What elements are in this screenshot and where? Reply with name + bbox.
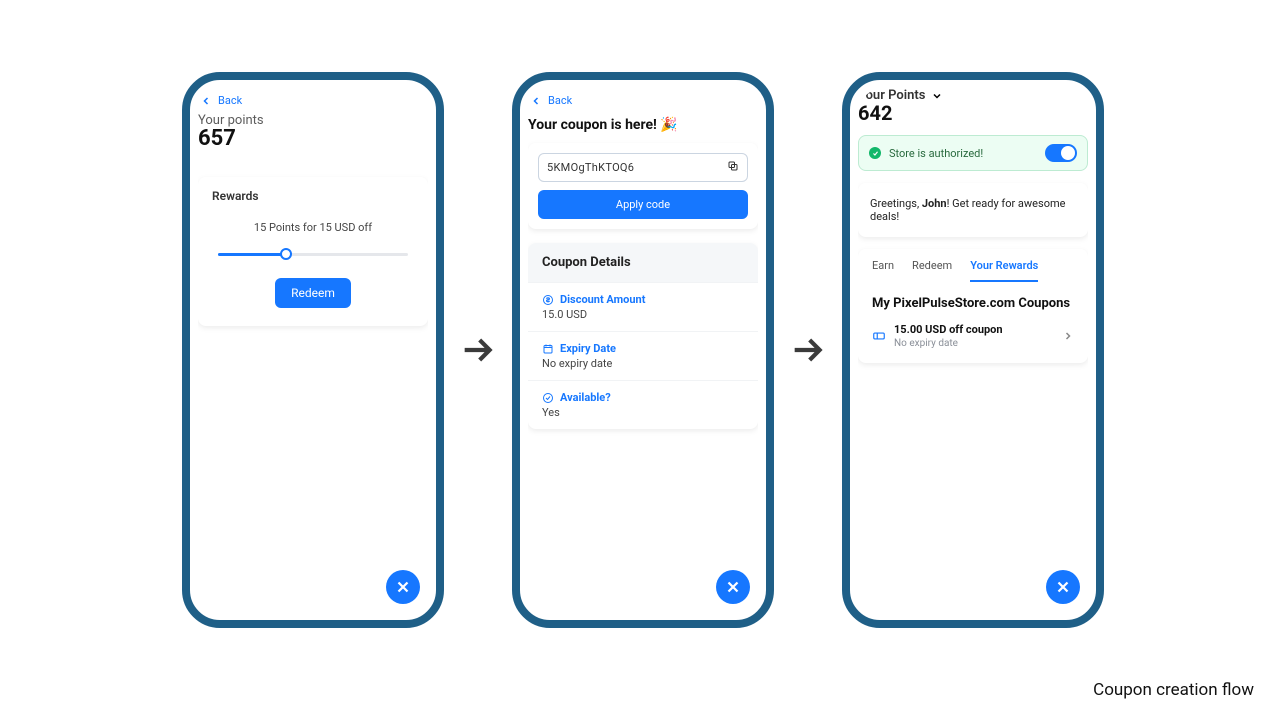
copy-icon[interactable] — [727, 160, 739, 175]
back-button[interactable]: Back — [528, 88, 758, 111]
phone-mockup-2: Back Your coupon is here! 🎉 5KMOgThKTOQ6… — [512, 72, 774, 628]
tab-bar: Earn Redeem Your Rewards — [858, 249, 1088, 282]
phone-side-button — [772, 248, 774, 302]
rewards-card: Rewards 15 Points for 15 USD off Redeem — [198, 177, 428, 326]
calendar-icon — [542, 343, 554, 355]
phone-mockup-1: Back Your points 657 Rewards 15 Points f… — [182, 72, 444, 628]
auth-toggle[interactable] — [1045, 144, 1077, 162]
details-header: Coupon Details — [528, 243, 758, 282]
slider-fill — [218, 253, 286, 256]
detail-value: 15.0 USD — [542, 308, 744, 321]
close-icon — [724, 578, 742, 596]
phone-side-button — [1102, 312, 1104, 366]
arrow-left-icon — [530, 95, 542, 107]
coupon-row[interactable]: 15.00 USD off coupon No expiry date — [858, 317, 1088, 363]
apply-code-button[interactable]: Apply code — [538, 190, 748, 219]
coupon-details-card: Coupon Details Discount Amount 15.0 USD … — [528, 243, 758, 429]
success-icon — [869, 147, 881, 159]
points-value: 642 — [858, 101, 1088, 125]
auth-text: Store is authorized! — [889, 147, 983, 160]
slider-thumb[interactable] — [280, 248, 292, 260]
coupon-flow-figure: Back Your points 657 Rewards 15 Points f… — [0, 0, 1280, 720]
close-button[interactable] — [1046, 570, 1080, 604]
phone-side-button — [1102, 248, 1104, 302]
phone-mockup-3: Your Points 642 Store is authorized! Gre… — [842, 72, 1104, 628]
ticket-icon — [872, 329, 886, 343]
flow-arrow-icon — [780, 330, 836, 370]
phone-side-button — [1102, 200, 1104, 234]
close-button[interactable] — [386, 570, 420, 604]
flow-arrow-icon — [450, 330, 506, 370]
points-slider[interactable] — [218, 248, 408, 260]
detail-key: Available? — [560, 391, 611, 404]
redeem-rate-text: 15 Points for 15 USD off — [212, 221, 414, 234]
phone-side-button — [772, 312, 774, 366]
coupon-title: 15.00 USD off coupon — [894, 323, 1054, 336]
phone-side-button — [442, 312, 444, 366]
coupon-title: Your coupon is here! 🎉 — [528, 117, 758, 133]
close-button[interactable] — [716, 570, 750, 604]
coupon-subtitle: No expiry date — [894, 338, 1054, 349]
coupon-code-field[interactable]: 5KMOgThKTOQ6 — [538, 153, 748, 182]
phone-side-button — [442, 200, 444, 234]
greeting-pre: Greetings, — [870, 197, 922, 210]
dollar-icon — [542, 294, 554, 306]
coupon-code-text: 5KMOgThKTOQ6 — [547, 161, 727, 174]
rewards-tabs-card: Earn Redeem Your Rewards My PixelPulseSt… — [858, 249, 1088, 363]
detail-key: Discount Amount — [560, 293, 645, 306]
close-icon — [1054, 578, 1072, 596]
figure-caption: Coupon creation flow — [1093, 680, 1254, 700]
detail-row-available: Available? Yes — [528, 380, 758, 429]
phone-side-button — [772, 200, 774, 234]
detail-row-expiry: Expiry Date No expiry date — [528, 331, 758, 380]
close-icon — [394, 578, 412, 596]
phone-side-button — [442, 248, 444, 302]
back-label: Back — [548, 94, 572, 107]
rewards-title: Rewards — [212, 189, 414, 203]
detail-value: Yes — [542, 406, 744, 419]
tab-redeem[interactable]: Redeem — [912, 259, 952, 282]
detail-row-discount: Discount Amount 15.0 USD — [528, 282, 758, 331]
greeting-card: Greetings, John! Get ready for awesome d… — [858, 183, 1088, 237]
detail-value: No expiry date — [542, 357, 744, 370]
chevron-down-icon — [931, 90, 943, 102]
greeting-name: John — [922, 197, 947, 210]
coupons-section-title: My PixelPulseStore.com Coupons — [858, 282, 1088, 317]
arrow-left-icon — [200, 95, 212, 107]
tab-your-rewards[interactable]: Your Rewards — [970, 259, 1038, 282]
tab-earn[interactable]: Earn — [872, 259, 894, 282]
detail-key: Expiry Date — [560, 342, 616, 355]
check-circle-icon — [542, 392, 554, 404]
back-button[interactable]: Back — [198, 88, 428, 111]
coupon-code-card: 5KMOgThKTOQ6 Apply code — [528, 143, 758, 229]
points-value: 657 — [198, 126, 428, 151]
store-authorized-banner: Store is authorized! — [858, 135, 1088, 171]
back-label: Back — [218, 94, 242, 107]
redeem-button[interactable]: Redeem — [275, 278, 351, 308]
chevron-right-icon — [1062, 330, 1074, 342]
